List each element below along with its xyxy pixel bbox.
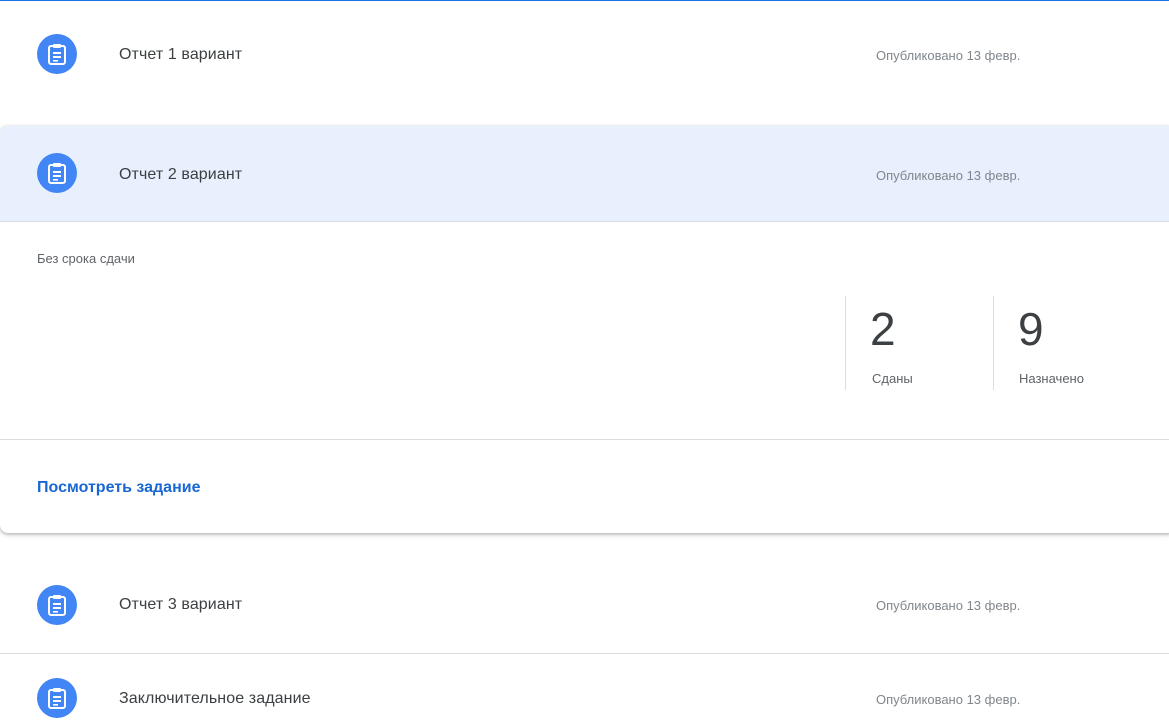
assignment-icon — [37, 34, 77, 74]
assignment-title: Отчет 3 вариант — [119, 596, 243, 613]
assignment-title: Отчет 2 вариант — [119, 166, 243, 183]
assignment-row[interactable]: Отчет 1 вариант Опубликовано 13 февр. — [0, 1, 1169, 108]
assignment-title: Заключительное задание — [119, 690, 311, 707]
assignment-title: Отчет 1 вариант — [119, 46, 243, 63]
turned-in-label[interactable]: Сданы — [872, 371, 913, 386]
published-date: Опубликовано 13 февр. — [876, 48, 1021, 63]
assignment-icon — [37, 585, 77, 625]
assignment-row[interactable]: Отчет 3 вариант Опубликовано 13 февр. — [0, 552, 1169, 654]
turned-in-count[interactable]: 2 — [870, 302, 896, 356]
assignment-icon — [37, 153, 77, 193]
published-date: Опубликовано 13 февр. — [876, 598, 1021, 613]
assigned-label[interactable]: Назначено — [1019, 371, 1084, 386]
assignment-card-expanded: Отчет 2 вариант Опубликовано 13 февр. Бе… — [0, 126, 1169, 533]
published-date: Опубликовано 13 февр. — [876, 168, 1021, 183]
card-divider — [0, 439, 1169, 440]
assigned-count[interactable]: 9 — [1018, 302, 1044, 356]
assignment-icon — [37, 678, 77, 718]
published-date: Опубликовано 13 февр. — [876, 692, 1021, 707]
assignment-row[interactable]: Отчет 2 вариант Опубликовано 13 февр. — [0, 126, 1169, 222]
due-date-text: Без срока сдачи — [37, 251, 135, 266]
stat-divider — [993, 296, 994, 390]
view-assignment-link[interactable]: Посмотреть задание — [37, 479, 200, 497]
assignment-row[interactable]: Заключительное задание Опубликовано 13 ф… — [0, 655, 1169, 725]
stat-divider — [845, 296, 846, 390]
